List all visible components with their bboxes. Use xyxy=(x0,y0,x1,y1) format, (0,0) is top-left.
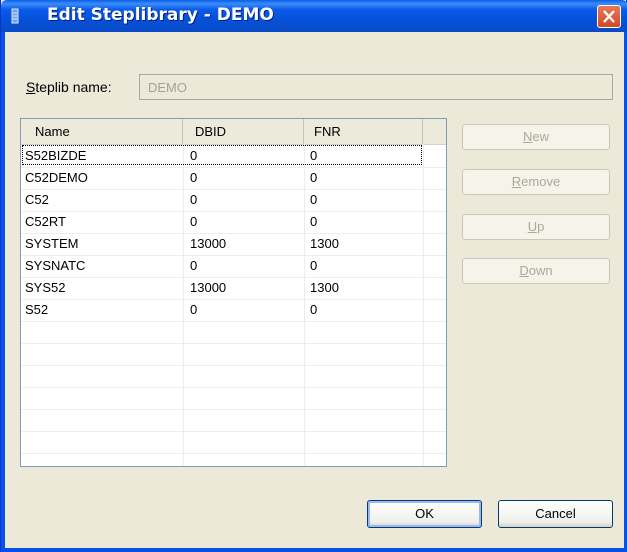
cell-fnr: 0 xyxy=(310,170,318,185)
label-text: teplib name: xyxy=(35,79,112,95)
cell-fnr: 0 xyxy=(310,302,318,317)
cell-fnr: 0 xyxy=(310,148,318,163)
steplib-name-label: Steplib name: xyxy=(26,79,112,95)
close-button[interactable] xyxy=(597,5,621,28)
cell-name: SYSNATC xyxy=(25,258,86,273)
table-row[interactable] xyxy=(21,343,446,366)
table-row[interactable]: C52 0 0 xyxy=(21,189,446,212)
table-row[interactable] xyxy=(21,409,446,432)
label-mnemonic: S xyxy=(26,79,36,95)
ok-button[interactable]: OK xyxy=(367,500,482,528)
window-title: Edit Steplibrary - DEMO xyxy=(47,5,274,25)
steplib-name-field[interactable]: DEMO xyxy=(139,74,613,100)
table-row[interactable] xyxy=(21,365,446,388)
up-button[interactable]: Up xyxy=(462,214,610,240)
new-mnemonic: N xyxy=(522,129,533,144)
cell-name: C52DEMO xyxy=(25,170,88,185)
window-frame-left xyxy=(1,32,5,552)
down-button[interactable]: Down xyxy=(462,258,610,284)
remove-label: emove xyxy=(521,174,561,189)
cell-name: C52RT xyxy=(25,214,66,229)
steplib-table[interactable]: Name DBID FNR S52BIZDE 0 0 C52DEMO 0 0 C52 0 0 C5… xyxy=(20,118,447,467)
down-mnemonic: D xyxy=(519,263,529,278)
down-label: own xyxy=(528,263,553,278)
title-bar[interactable]: Edit Steplibrary - DEMO xyxy=(1,0,627,32)
cell-fnr: 1300 xyxy=(310,280,339,295)
column-header-filler xyxy=(423,119,446,144)
cell-fnr: 0 xyxy=(310,214,318,229)
table-row[interactable]: SYSTEM 13000 1300 xyxy=(21,233,446,256)
table-row[interactable] xyxy=(21,431,446,454)
edit-steplibrary-dialog: Edit Steplibrary - DEMO Steplib name: DE… xyxy=(0,0,627,552)
cell-dbid: 0 xyxy=(190,148,198,163)
cell-dbid: 0 xyxy=(190,302,198,317)
table-row[interactable]: SYSNATC 0 0 xyxy=(21,255,446,278)
column-divider xyxy=(183,144,184,466)
table-row[interactable]: S52 0 0 xyxy=(21,299,446,322)
up-label: p xyxy=(537,219,545,234)
remove-mnemonic: R xyxy=(511,174,522,189)
cancel-button[interactable]: Cancel xyxy=(498,500,613,528)
close-icon xyxy=(603,10,615,23)
new-label: ew xyxy=(532,129,549,144)
cell-name: S52BIZDE xyxy=(25,148,87,163)
cell-fnr: 1300 xyxy=(310,236,339,251)
table-row[interactable]: SYS52 13000 1300 xyxy=(21,277,446,300)
table-row[interactable]: S52BIZDE 0 0 xyxy=(21,145,446,168)
column-header-fnr[interactable]: FNR xyxy=(304,119,423,144)
cell-name: SYS52 xyxy=(25,280,66,295)
cell-name: S52 xyxy=(25,302,49,317)
table-row[interactable]: C52DEMO 0 0 xyxy=(21,167,446,190)
cell-dbid: 13000 xyxy=(190,236,227,251)
cell-dbid: 0 xyxy=(190,214,198,229)
window-frame-bottom xyxy=(1,548,627,552)
column-divider xyxy=(304,144,305,466)
table-header: Name DBID FNR xyxy=(21,119,446,145)
column-header-name[interactable]: Name xyxy=(21,119,183,144)
column-divider xyxy=(423,144,424,466)
remove-button[interactable]: Remove xyxy=(462,169,610,195)
up-mnemonic: U xyxy=(527,219,538,234)
cell-dbid: 0 xyxy=(190,170,198,185)
cell-dbid: 13000 xyxy=(190,280,227,295)
cell-fnr: 0 xyxy=(310,258,318,273)
table-row[interactable] xyxy=(21,387,446,410)
column-header-dbid[interactable]: DBID xyxy=(183,119,304,144)
cell-name: C52 xyxy=(25,192,49,207)
table-row[interactable] xyxy=(21,321,446,344)
cell-dbid: 0 xyxy=(190,258,198,273)
cell-fnr: 0 xyxy=(310,192,318,207)
new-button[interactable]: New xyxy=(462,124,610,150)
cell-dbid: 0 xyxy=(190,192,198,207)
cell-name: SYSTEM xyxy=(25,236,79,251)
table-row[interactable]: C52RT 0 0 xyxy=(21,211,446,234)
window-icon xyxy=(9,8,23,24)
